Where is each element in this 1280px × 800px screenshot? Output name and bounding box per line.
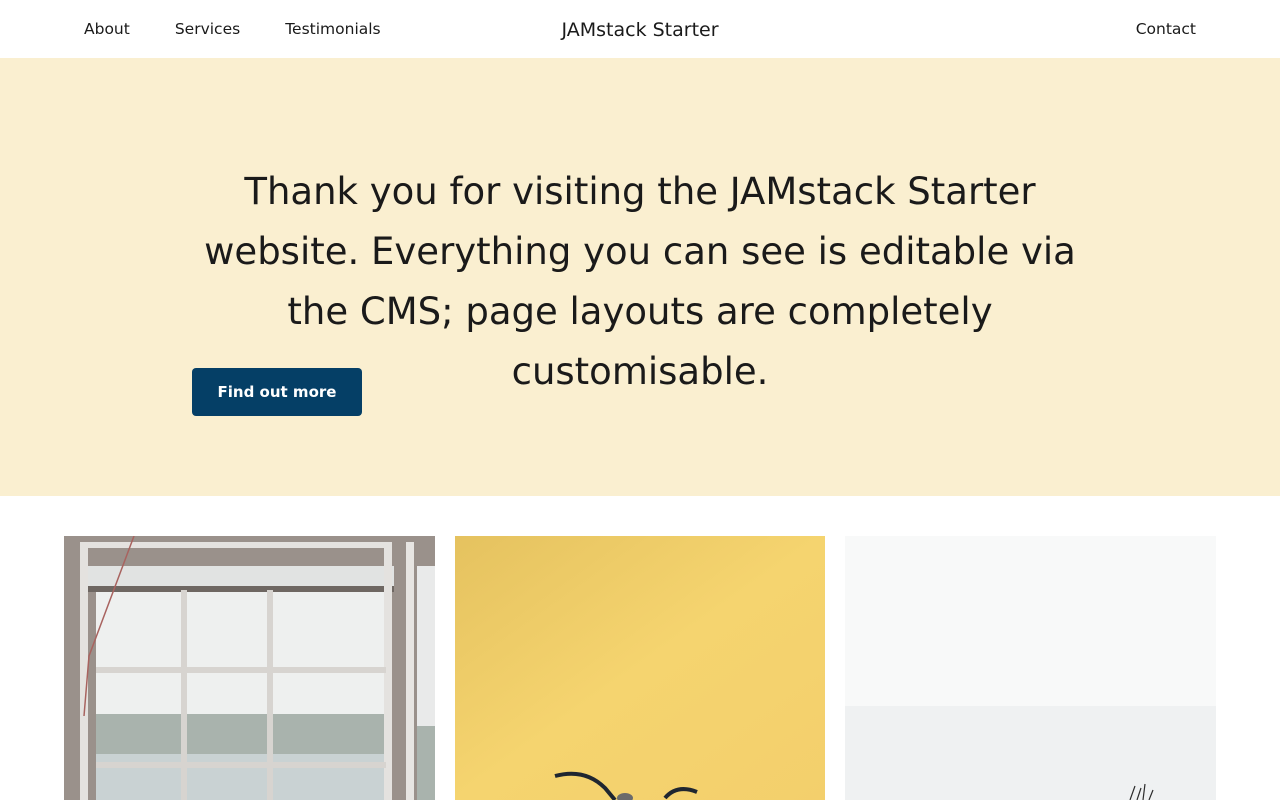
gallery-image-coast [845, 536, 1216, 800]
find-out-more-button[interactable]: Find out more [192, 368, 362, 416]
hero-text: Thank you for visiting the JAMstack Star… [204, 170, 1076, 393]
gallery-image-window [64, 536, 435, 800]
window-image [64, 536, 435, 800]
site-header: About Services Testimonials JAMstack Sta… [0, 0, 1280, 58]
primary-nav: About Services Testimonials [84, 0, 426, 58]
secondary-nav: Contact [1136, 0, 1196, 58]
nav-link-testimonials[interactable]: Testimonials [285, 20, 380, 38]
hero-section: Thank you for visiting the JAMstack Star… [0, 58, 1280, 496]
coast-image [845, 536, 1216, 800]
bird-image [455, 536, 825, 800]
nav-link-services[interactable]: Services [175, 20, 240, 38]
nav-link-about[interactable]: About [84, 20, 130, 38]
site-title-link[interactable]: JAMstack Starter [561, 19, 718, 41]
nav-link-contact[interactable]: Contact [1136, 20, 1196, 38]
gallery-image-bird [455, 536, 825, 800]
